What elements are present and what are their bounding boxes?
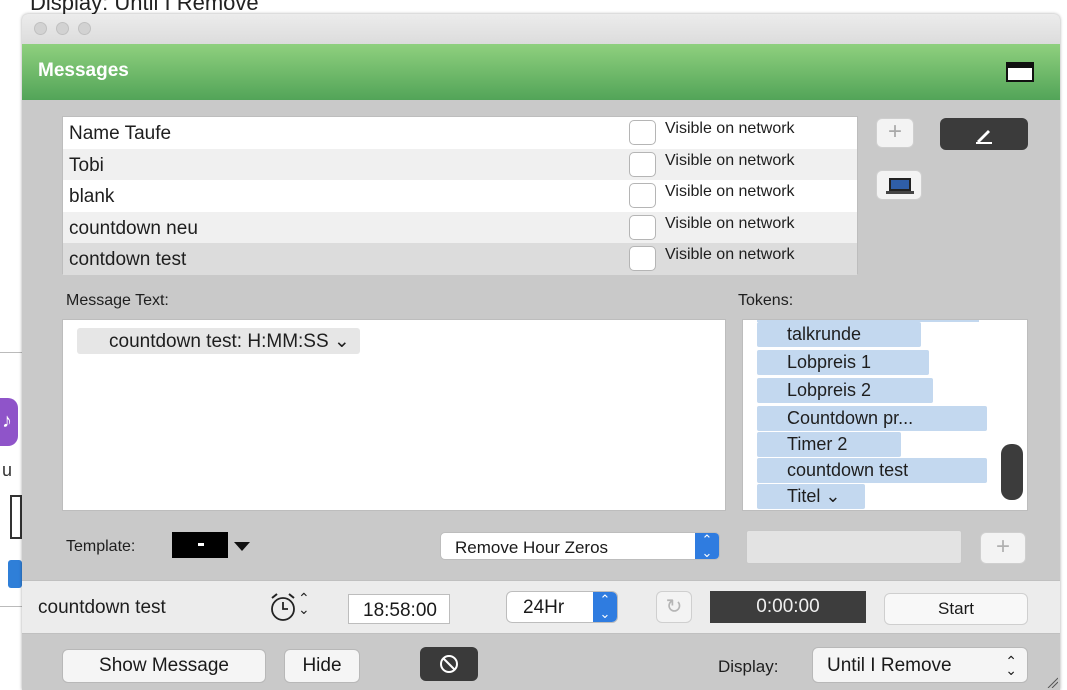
add-message-button[interactable]: + xyxy=(876,118,914,148)
window-icon[interactable] xyxy=(1006,62,1034,82)
visible-on-network-label: Visible on network xyxy=(665,120,795,137)
pencil-icon xyxy=(976,130,992,144)
token-item[interactable]: Countdown pr... xyxy=(757,406,987,431)
timer-display: 0:00:00 xyxy=(710,591,866,623)
edit-message-button[interactable] xyxy=(940,118,1028,150)
updown-chevron-icon: ⌃ ⌄ xyxy=(695,533,719,559)
visible-on-network-checkbox[interactable] xyxy=(629,151,656,177)
message-text-editor[interactable]: countdown test: H:MM:SS ⌄ xyxy=(62,319,726,511)
timer-name: countdown test xyxy=(38,597,166,618)
window-header: Messages xyxy=(22,44,1060,100)
visible-on-network-checkbox[interactable] xyxy=(629,246,656,271)
preview-screen-button[interactable] xyxy=(876,170,922,200)
visible-on-network-checkbox[interactable] xyxy=(629,120,656,145)
display-duration-value: Until I Remove xyxy=(827,655,952,676)
message-row[interactable]: Tobi Visible on network xyxy=(63,148,857,180)
tokens-label: Tokens: xyxy=(738,292,794,309)
token-item[interactable]: Lobpreis 1 xyxy=(757,350,929,375)
clear-button[interactable] xyxy=(420,647,478,681)
background-text-fragment: u xyxy=(2,460,13,480)
template-preview[interactable] xyxy=(172,532,228,558)
message-token-chip[interactable]: countdown test: H:MM:SS ⌄ xyxy=(77,328,360,354)
resize-grip-icon[interactable] xyxy=(1046,676,1058,688)
monitor-icon xyxy=(889,178,911,191)
zoom-window-button[interactable] xyxy=(78,22,91,35)
token-item[interactable]: Timer 2 xyxy=(757,432,901,457)
visible-on-network-label: Visible on network xyxy=(665,246,795,263)
empty-field[interactable] xyxy=(746,530,962,564)
hour-format-value: 24Hr xyxy=(523,597,565,618)
message-list: Name Taufe Visible on network Tobi Visib… xyxy=(62,116,858,275)
message-name: Tobi xyxy=(69,154,104,176)
updown-chevron-icon: ⌃ ⌄ xyxy=(1005,653,1017,678)
token-item[interactable]: talkrunde xyxy=(757,322,921,347)
start-button[interactable]: Start xyxy=(884,593,1028,625)
display-duration-select[interactable]: Until I Remove ⌃ ⌄ xyxy=(812,647,1028,683)
visible-on-network-checkbox[interactable] xyxy=(629,183,656,208)
template-label: Template: xyxy=(66,538,136,555)
message-row-selected[interactable]: contdown test Visible on network xyxy=(63,243,857,275)
title-bar xyxy=(22,14,1060,44)
time-format-value: Remove Hour Zeros xyxy=(455,538,609,557)
alarm-clock-icon[interactable] xyxy=(268,591,298,623)
message-row[interactable]: blank Visible on network xyxy=(63,180,857,212)
window-title: Messages xyxy=(38,60,129,81)
messages-panel: Name Taufe Visible on network Tobi Visib… xyxy=(22,100,1060,580)
message-name: Name Taufe xyxy=(69,123,172,144)
background-divider xyxy=(0,606,22,607)
add-template-button[interactable]: + xyxy=(980,532,1026,564)
message-text-label: Message Text: xyxy=(66,292,169,309)
minimize-window-button[interactable] xyxy=(56,22,69,35)
time-format-select[interactable]: Remove Hour Zeros ⌃ ⌄ xyxy=(440,532,720,560)
token-item[interactable]: Titel ⌄ xyxy=(757,484,865,509)
background-divider xyxy=(0,352,22,353)
updown-chevron-icon[interactable]: ⌃ ⌄ xyxy=(298,591,310,616)
visible-on-network-checkbox[interactable] xyxy=(629,214,656,240)
message-row[interactable]: countdown neu Visible on network xyxy=(63,211,857,243)
hour-format-select[interactable]: 24Hr ⌃ ⌄ xyxy=(506,591,618,623)
chevron-down-icon[interactable] xyxy=(234,542,250,551)
display-label: Display: xyxy=(718,657,779,676)
tokens-scrollbar[interactable] xyxy=(1001,444,1023,500)
bottom-bar: Show Message Hide Display: Until I Remov… xyxy=(22,635,1060,690)
music-app-icon: ♪ xyxy=(0,398,18,446)
messages-window: Messages Name Taufe Visible on network T… xyxy=(22,14,1060,690)
token-item[interactable]: countdown test xyxy=(757,458,987,483)
message-name: countdown neu xyxy=(69,217,198,239)
close-window-button[interactable] xyxy=(34,22,47,35)
background-blue-element xyxy=(8,560,22,588)
reset-icon: ↻ xyxy=(665,596,683,618)
background-box xyxy=(10,495,22,539)
countdown-time-input[interactable]: 18:58:00 xyxy=(348,594,450,624)
updown-chevron-icon: ⌃ ⌄ xyxy=(593,592,617,622)
hide-button[interactable]: Hide xyxy=(284,649,360,683)
visible-on-network-label: Visible on network xyxy=(665,214,795,232)
tokens-list[interactable]: talkrunde Lobpreis 1 Lobpreis 2 Countdow… xyxy=(742,319,1028,511)
reset-timer-button[interactable]: ↻ xyxy=(656,591,692,623)
message-name: blank xyxy=(69,186,115,207)
visible-on-network-label: Visible on network xyxy=(665,183,795,200)
prohibit-icon xyxy=(440,655,458,673)
timer-bar: countdown test ⌃ ⌄ 18:58:00 24Hr ⌃ ⌄ ↻ 0:0… xyxy=(22,580,1060,634)
show-message-button[interactable]: Show Message xyxy=(62,649,266,683)
message-name: contdown test xyxy=(69,249,187,270)
message-row[interactable]: Name Taufe Visible on network xyxy=(63,117,857,149)
token-item[interactable]: Lobpreis 2 xyxy=(757,378,933,403)
visible-on-network-label: Visible on network xyxy=(665,151,795,169)
